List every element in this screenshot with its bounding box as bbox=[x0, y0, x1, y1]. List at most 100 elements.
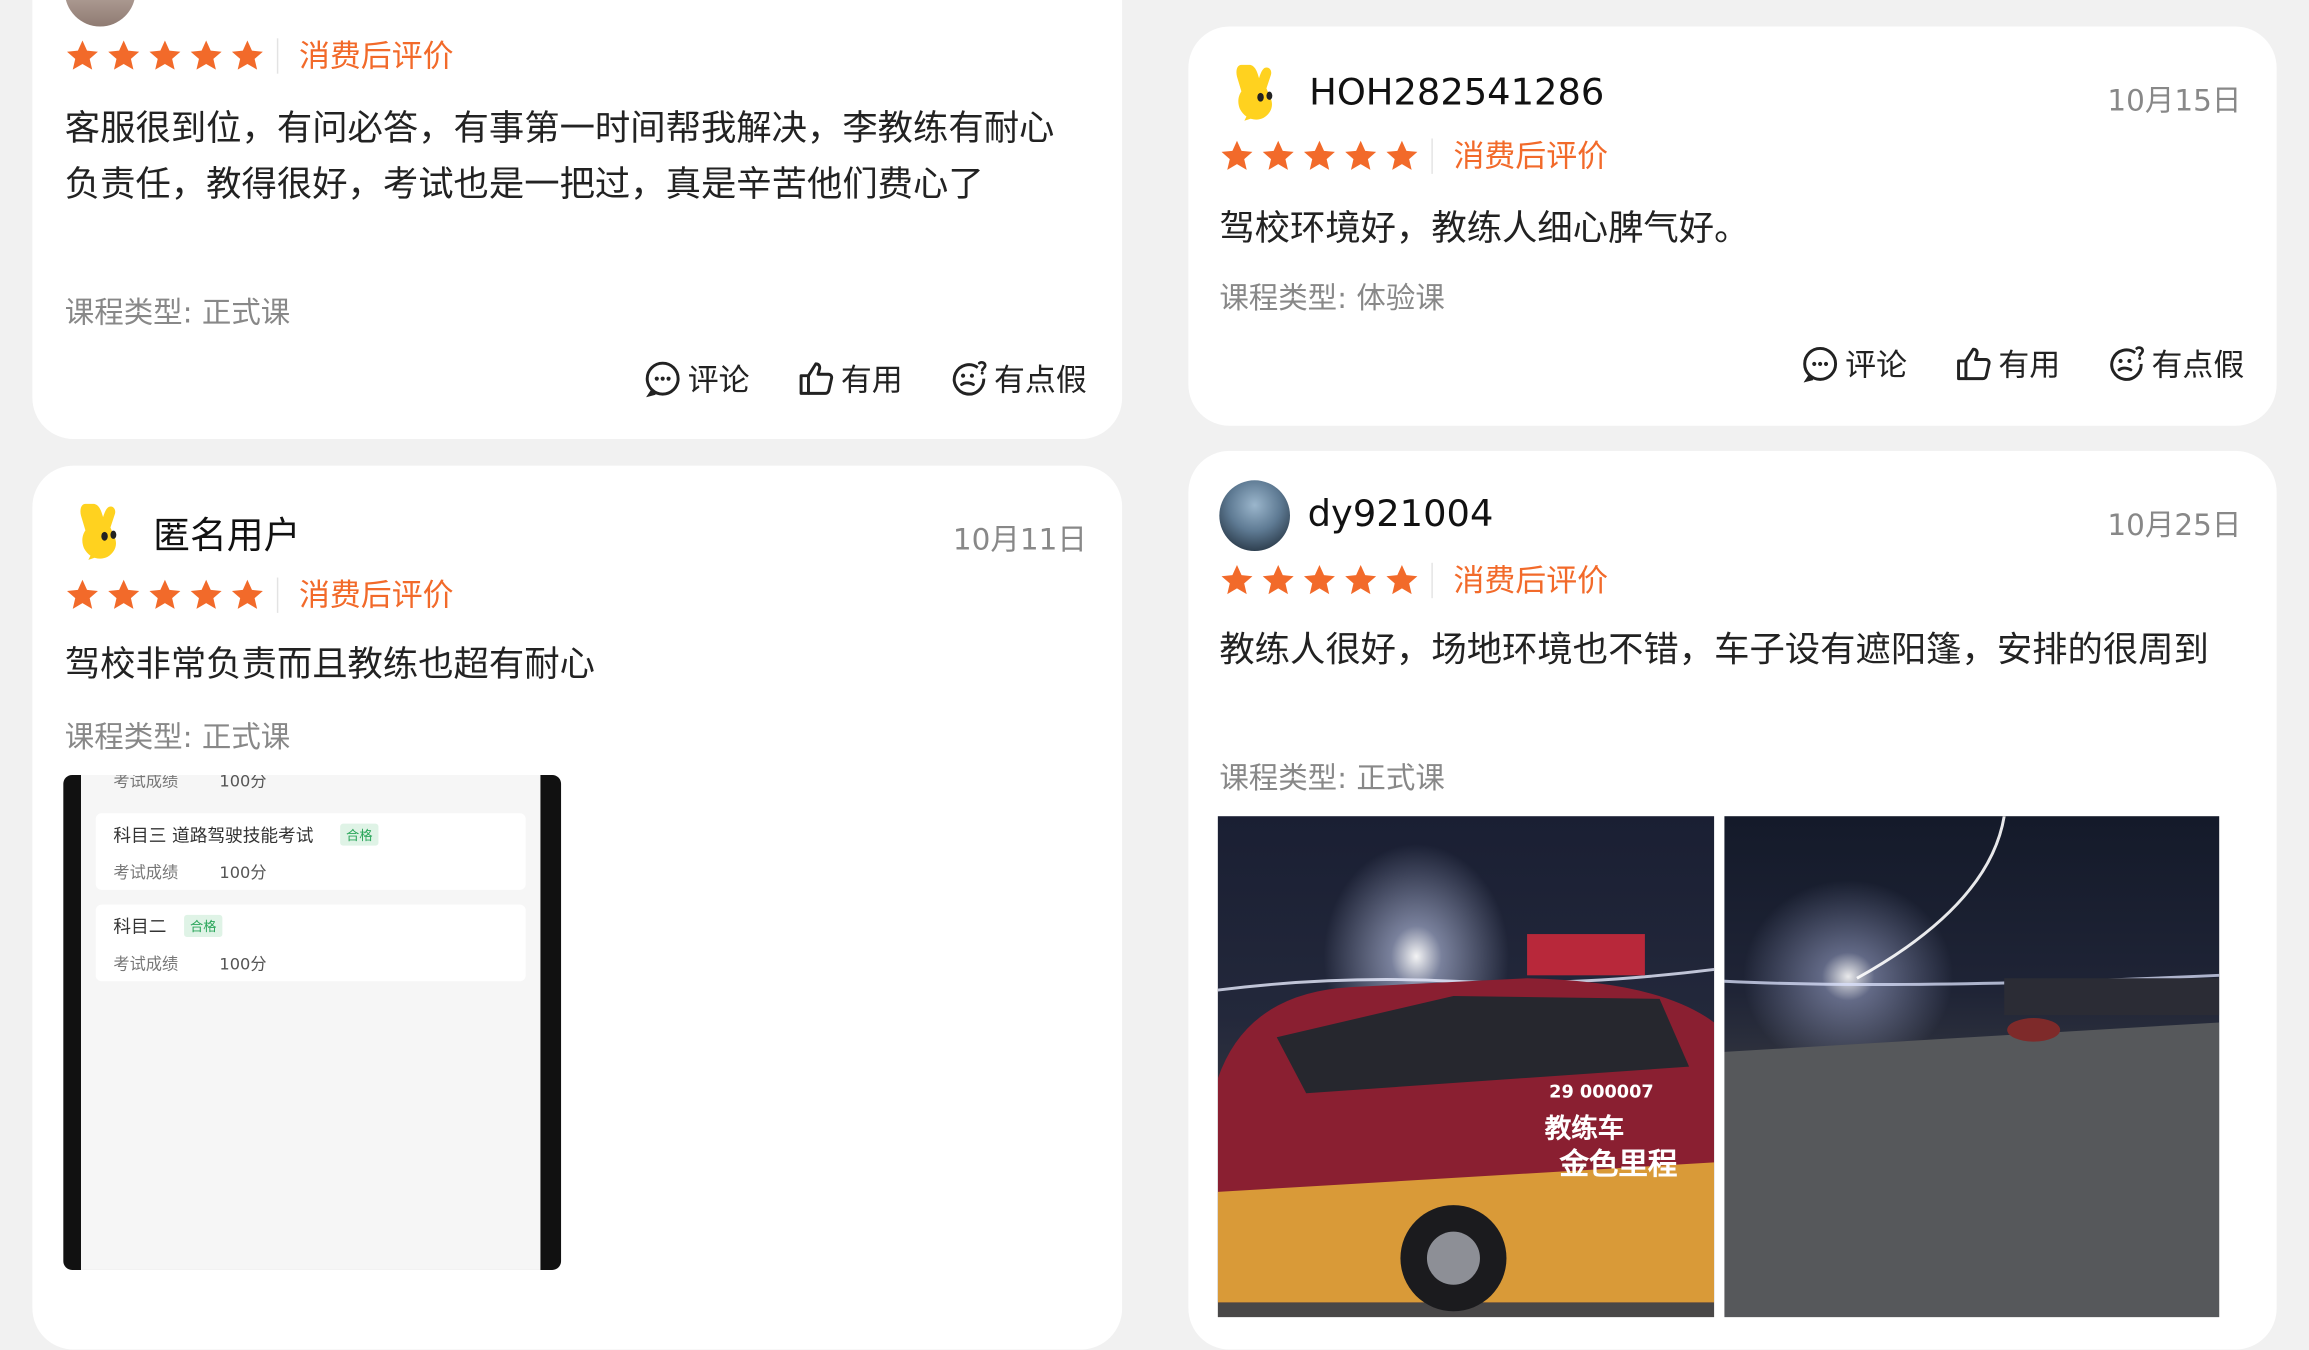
review-photo[interactable] bbox=[1724, 816, 2220, 1318]
comment-button[interactable]: 评论 bbox=[644, 357, 750, 401]
post-purchase-badge: 消费后评价 bbox=[276, 577, 454, 613]
avatar[interactable] bbox=[64, 0, 136, 27]
review-date: 10月25日 bbox=[2107, 506, 2242, 543]
score-label: 考试成绩 bbox=[113, 954, 179, 974]
score-panel: 考试成绩 100分 科目三 道路驾驶技能考试 合格 考试成绩 100分 科目二 … bbox=[80, 774, 541, 1270]
doubt-face-icon bbox=[950, 359, 988, 397]
score-label: 考试成绩 bbox=[113, 774, 179, 792]
star-icon bbox=[106, 578, 141, 613]
pass-badge: 合格 bbox=[340, 823, 379, 846]
coach-car-image bbox=[1217, 934, 1715, 1312]
review-actions: 评论 有用 有点假 bbox=[1801, 342, 2244, 386]
score-value: 100分 bbox=[219, 954, 267, 974]
mascot-icon bbox=[1236, 64, 1273, 121]
star-icon bbox=[1302, 138, 1337, 173]
review-text: 教练人很好，场地环境也不错，车子设有遮阳篷，安排的很周到 bbox=[1219, 629, 2209, 671]
star-icon bbox=[65, 578, 100, 613]
avatar[interactable] bbox=[65, 498, 136, 569]
star-icon bbox=[188, 578, 223, 613]
course-type: 课程类型: 体验课 bbox=[1219, 274, 1444, 317]
comment-button[interactable]: 评论 bbox=[1801, 342, 1907, 386]
score-label: 考试成绩 bbox=[113, 863, 179, 883]
subject-title: 科目二 bbox=[113, 916, 167, 938]
review-text: 客服很到位，有问必答，有事第一时间帮我解决，李教练有耐心负责任，教得很好，考试也… bbox=[64, 107, 1055, 205]
star-icon bbox=[1261, 138, 1296, 173]
review-actions: 评论 有用 有点假 bbox=[644, 357, 1087, 401]
course-type: 课程类型: 正式课 bbox=[65, 289, 290, 332]
post-purchase-badge: 消费后评价 bbox=[1431, 562, 1608, 599]
username[interactable]: HOH282541286 bbox=[1309, 71, 1604, 114]
star-icon bbox=[147, 38, 182, 73]
course-type-label: 课程类型: bbox=[1219, 760, 1348, 796]
star-icon bbox=[1302, 563, 1337, 598]
training-ground-image bbox=[1724, 816, 2220, 1318]
fake-label: 有点假 bbox=[994, 362, 1087, 398]
star-icon bbox=[147, 578, 182, 613]
course-type-label: 课程类型: bbox=[1219, 279, 1348, 316]
thumbs-up-icon bbox=[797, 359, 835, 397]
useful-label: 有用 bbox=[840, 362, 903, 398]
useful-button[interactable]: 有用 bbox=[797, 357, 903, 401]
car-phone-text: 29 000007 bbox=[1549, 1081, 1654, 1103]
star-icon bbox=[1219, 563, 1254, 598]
course-type-label: 课程类型: bbox=[64, 718, 193, 755]
course-type: 课程类型: 正式课 bbox=[1219, 754, 1444, 797]
pass-badge: 合格 bbox=[184, 914, 223, 938]
star-icon bbox=[106, 38, 141, 73]
score-value: 100分 bbox=[219, 863, 267, 883]
star-icon bbox=[65, 38, 100, 73]
comment-label: 评论 bbox=[687, 362, 750, 398]
doubt-face-icon bbox=[2107, 345, 2145, 383]
star-icon bbox=[230, 38, 265, 73]
fake-label: 有点假 bbox=[2151, 347, 2245, 384]
review-card: HOH282541286 10月15日 消费后评价 驾校环境好，教练人细心脾气好… bbox=[1188, 26, 2277, 426]
car-brand-text: 金色里程 bbox=[1559, 1146, 1678, 1182]
comment-icon bbox=[644, 359, 682, 398]
review-card: dy921004 10月25日 消费后评价 教练人很好，场地环境也不错，车子设有… bbox=[1188, 450, 2277, 1350]
star-icon bbox=[1384, 563, 1419, 598]
subject-title: 科目三 道路驾驶技能考试 bbox=[113, 825, 314, 846]
thumbs-up-icon bbox=[1954, 345, 1992, 383]
useful-label: 有用 bbox=[1998, 347, 2061, 384]
star-icon bbox=[1219, 138, 1254, 173]
fake-button[interactable]: 有点假 bbox=[2107, 342, 2244, 386]
useful-button[interactable]: 有用 bbox=[1954, 342, 2060, 386]
rating-stars bbox=[65, 578, 265, 613]
avatar[interactable] bbox=[1219, 480, 1290, 552]
username[interactable]: 匿名用户 bbox=[153, 507, 300, 560]
score-row: 科目二 合格 考试成绩 100分 bbox=[95, 904, 526, 982]
star-icon bbox=[1343, 138, 1378, 173]
course-type-value: 正式课 bbox=[201, 718, 291, 755]
star-icon bbox=[230, 578, 265, 613]
review-date: 10月11日 bbox=[952, 521, 1087, 557]
score-row: 科目三 道路驾驶技能考试 合格 考试成绩 100分 bbox=[95, 813, 526, 890]
review-date: 10月15日 bbox=[2107, 82, 2242, 118]
star-icon bbox=[1343, 563, 1378, 598]
course-type-value: 正式课 bbox=[1356, 760, 1445, 796]
course-type-label: 课程类型: bbox=[64, 294, 193, 331]
rating-stars bbox=[1219, 563, 1419, 598]
comment-label: 评论 bbox=[1845, 347, 1908, 384]
post-purchase-badge: 消费后评价 bbox=[1431, 138, 1608, 174]
review-card: 消费后评价 客服很到位，有问必答，有事第一时间帮我解决，李教练有耐心负责任，教得… bbox=[32, 0, 1123, 440]
course-type-value: 正式课 bbox=[201, 294, 291, 331]
star-icon bbox=[1384, 138, 1419, 173]
exam-score-screenshot[interactable]: 考试成绩 100分 科目三 道路驾驶技能考试 合格 考试成绩 100分 科目二 … bbox=[63, 774, 562, 1270]
review-text: 驾校环境好，教练人细心脾气好。 bbox=[1219, 207, 1750, 249]
mascot-icon bbox=[80, 503, 117, 560]
comment-icon bbox=[1801, 345, 1839, 383]
post-purchase-badge: 消费后评价 bbox=[276, 38, 454, 74]
rating-stars bbox=[65, 38, 265, 73]
fake-button[interactable]: 有点假 bbox=[950, 357, 1087, 401]
username[interactable]: dy921004 bbox=[1308, 492, 1494, 535]
star-icon bbox=[1261, 563, 1296, 598]
score-value: 100分 bbox=[219, 774, 267, 792]
rating-stars bbox=[1219, 138, 1419, 173]
avatar[interactable] bbox=[1221, 59, 1292, 130]
review-card: 匿名用户 10月11日 消费后评价 驾校非常负责而且教练也超有耐心 课程类型: … bbox=[32, 465, 1123, 1350]
course-type-value: 体验课 bbox=[1356, 279, 1445, 316]
review-page: 消费后评价 客服很到位，有问必答，有事第一时间帮我解决，李教练有耐心负责任，教得… bbox=[0, 0, 2309, 1350]
review-photo[interactable]: 29 000007 教练车 金色里程 bbox=[1217, 816, 1715, 1318]
review-grid: 消费后评价 客服很到位，有问必答，有事第一时间帮我解决，李教练有耐心负责任，教得… bbox=[0, 0, 2309, 1350]
course-type: 课程类型: 正式课 bbox=[65, 713, 290, 756]
